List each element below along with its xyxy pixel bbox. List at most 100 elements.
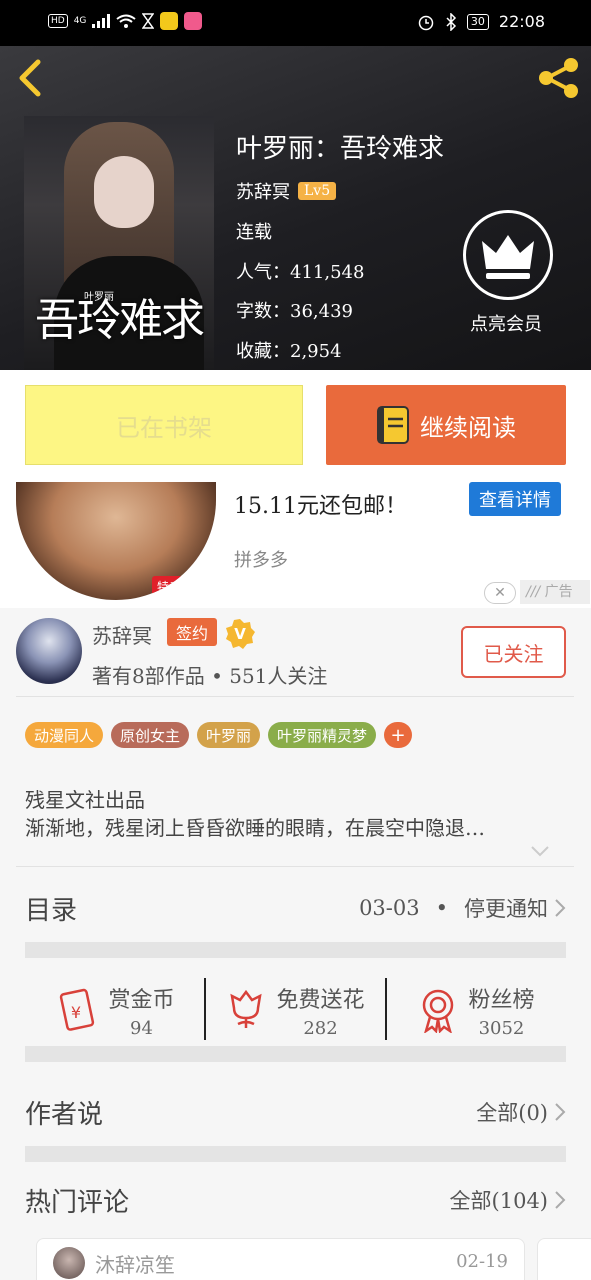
popularity-label: 人气：: [236, 262, 290, 283]
catalog-date: 03-03: [359, 896, 420, 920]
popularity-value: 411,548: [290, 262, 365, 283]
wifi-icon: [116, 14, 137, 28]
status-left: HD 4G: [48, 12, 203, 30]
word-count-value: 36,439: [290, 301, 353, 322]
chevron-right-icon: [555, 1103, 566, 1121]
bluetooth-icon: [446, 12, 456, 31]
expand-chevron-icon[interactable]: [530, 844, 550, 858]
section-separator: [25, 1046, 566, 1062]
share-icon[interactable]: [537, 56, 581, 100]
word-count: 字数：36,439: [236, 297, 353, 323]
catalog-sep: •: [435, 896, 448, 920]
network-label: 4G: [73, 16, 87, 26]
continue-reading-label: 继续阅读: [420, 413, 516, 442]
details-section: 苏辞冥 签约 V 著有8部作品 • 551人关注 已关注 动漫同人 原创女主 叶…: [0, 608, 591, 1280]
ad-text[interactable]: 15.11元还包邮！: [234, 488, 407, 520]
app-notification-icon-2: [184, 12, 203, 30]
hot-comments-link-wrap: 全部(104): [450, 1185, 566, 1215]
intro-line-1: 残星文社出品: [25, 788, 145, 812]
hourglass-icon: [142, 13, 155, 29]
crown-icon: [482, 235, 534, 279]
ad-close-icon[interactable]: ✕: [484, 582, 516, 604]
popularity: 人气：411,548: [236, 258, 364, 284]
vip-button[interactable]: [463, 210, 553, 300]
red-envelope-icon: ¥: [60, 988, 95, 1031]
ad-banner[interactable]: 特卖￥15.11 15.11元还包邮！ 拼多多 查看详情 ✕ /// 广告: [0, 482, 591, 608]
commenter-avatar[interactable]: [53, 1247, 85, 1279]
word-count-label: 字数：: [236, 301, 290, 322]
action-bar: 已在书架 继续阅读: [0, 370, 591, 482]
stat-text: 免费送花 282: [276, 982, 364, 1039]
status-bar: HD 4G 30 22:08: [0, 0, 591, 46]
book-author-line: 苏辞冥 Lv5: [236, 178, 337, 204]
tag-item[interactable]: 叶罗丽精灵梦: [268, 722, 377, 748]
verified-v-icon: V: [226, 619, 255, 649]
clock: 22:08: [498, 12, 545, 31]
cover-art-face: [94, 156, 154, 228]
tag-item[interactable]: 动漫同人: [25, 722, 104, 748]
ad-image[interactable]: 特卖￥15.11: [16, 482, 216, 600]
tag-item[interactable]: 原创女主: [111, 722, 190, 748]
book-header: 叶罗丽 吾玲难求 叶罗丽：吾玲难求 苏辞冥 Lv5 连载 人气：411,548 …: [0, 46, 591, 370]
divider: [16, 696, 574, 697]
book-author[interactable]: 苏辞冥: [236, 178, 290, 204]
level-badge: Lv5: [298, 182, 337, 200]
stat-text: 粉丝榜 3052: [468, 982, 534, 1039]
continue-reading-button[interactable]: 继续阅读: [326, 385, 566, 465]
fan-ranking-stat[interactable]: 粉丝榜 3052: [387, 968, 566, 1052]
signed-badge: 签约: [167, 618, 217, 646]
catalog-latest: 03-03 • 停更通知: [359, 893, 566, 923]
author-stats: 著有8部作品 • 551人关注: [92, 664, 328, 688]
stat-value: 3052: [478, 1017, 525, 1039]
author-name[interactable]: 苏辞冥: [92, 620, 152, 649]
follow-button[interactable]: 已关注: [461, 626, 566, 678]
divider: [16, 866, 574, 867]
comment-date: 02-19: [456, 1251, 508, 1272]
hot-comments-link: 全部(104): [449, 1189, 548, 1213]
comment-card[interactable]: 沐辞凉笙 02-19: [36, 1238, 525, 1280]
app-notification-icon: [160, 12, 179, 30]
support-stats: ¥ 赏金币 94 免费送花 282 粉丝榜 3052: [25, 968, 566, 1052]
ad-price-tag: 特卖￥15.11: [152, 576, 216, 600]
ad-logo-icon: ///: [526, 584, 541, 600]
chevron-right-icon: [555, 1191, 566, 1209]
battery-icon: 30: [466, 13, 489, 30]
vip-label[interactable]: 点亮会员: [470, 310, 542, 336]
section-separator: [25, 1146, 566, 1162]
chevron-right-icon: [555, 899, 566, 917]
book-icon: [377, 406, 409, 444]
reward-coins-stat[interactable]: ¥ 赏金币 94: [25, 968, 204, 1052]
catalog-title: 目录: [25, 895, 78, 926]
hot-comments-row[interactable]: 热门评论 全部(104): [25, 1170, 566, 1230]
signal-icon: [92, 14, 111, 28]
author-says-title: 作者说: [25, 1099, 104, 1130]
book-status: 连载: [236, 222, 272, 243]
v-badge-text: V: [234, 625, 246, 643]
ad-details-button[interactable]: 查看详情: [469, 482, 561, 516]
add-tag-button[interactable]: +: [384, 722, 413, 748]
book-cover[interactable]: 叶罗丽 吾玲难求: [24, 116, 214, 370]
comment-card-next[interactable]: [537, 1238, 591, 1280]
stat-label: 赏金币: [108, 987, 175, 1013]
tag-item[interactable]: 叶罗丽: [197, 722, 261, 748]
ad-mark-label: 广告: [544, 584, 573, 600]
book-intro[interactable]: 残星文社出品 渐渐地，残星闭上昏昏欲睡的眼睛，在晨空中隐退…: [25, 786, 565, 842]
free-flower-stat[interactable]: 免费送花 282: [206, 968, 385, 1052]
author-avatar[interactable]: [16, 618, 82, 684]
medal-icon: [423, 989, 454, 1033]
stat-text: 赏金币 94: [108, 982, 174, 1039]
catalog-latest-chapter: 停更通知: [464, 897, 548, 921]
bookshelf-button[interactable]: 已在书架: [25, 385, 303, 465]
back-icon[interactable]: [14, 58, 50, 98]
stat-value: 282: [303, 1017, 338, 1039]
author-says-row[interactable]: 作者说 全部(0): [25, 1082, 566, 1142]
section-separator: [25, 942, 566, 958]
commenter-name[interactable]: 沐辞凉笙: [95, 1249, 175, 1278]
ad-mark: /// 广告: [520, 580, 590, 604]
stat-label: 免费送花: [276, 987, 365, 1013]
stat-label: 粉丝榜: [468, 987, 535, 1013]
flower-icon: [230, 989, 263, 1028]
author-says-link: 全部(0): [476, 1101, 548, 1125]
cover-title: 吾玲难求: [35, 295, 205, 346]
catalog-row[interactable]: 目录 03-03 • 停更通知: [25, 878, 566, 938]
